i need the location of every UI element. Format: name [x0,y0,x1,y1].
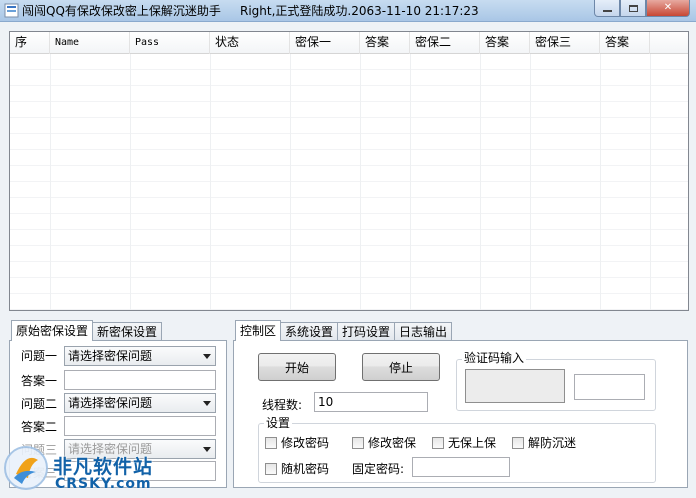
anti-addiction-checkbox[interactable]: 解防沉迷 [512,434,576,451]
a2-input[interactable] [64,416,216,436]
random-password-checkbox[interactable]: 随机密码 [265,460,329,477]
minimize-icon [602,10,612,12]
captcha-image [465,369,565,403]
app-icon [4,3,19,18]
q1-label: 问题一 [21,349,58,363]
add-security-checkbox[interactable]: 无保上保 [432,434,496,451]
q2-select[interactable]: 请选择密保问题 [64,393,216,413]
q1-select-value: 请选择密保问题 [68,349,153,363]
random-password-label: 随机密码 [281,462,330,476]
watermark-name: 非凡软件站 [53,456,154,478]
start-button[interactable]: 开始 [258,353,336,381]
col-security-2[interactable]: 密保二 [410,32,480,54]
col-security-1[interactable]: 密保一 [290,32,360,54]
app-title: 闯闯QQ有保改保改密上保解沉迷助手 [22,4,221,18]
col-pass[interactable]: Pass [130,32,210,54]
anti-addiction-label: 解防沉迷 [528,436,577,450]
captcha-group-title: 验证码输入 [462,351,527,365]
chevron-down-icon [203,447,211,452]
list-header: 序 Name Pass 状态 密保一 答案 密保二 答案 密保三 答案 [10,32,688,54]
fixed-password-label: 固定密码: [352,462,405,476]
change-password-label: 修改密码 [281,436,330,450]
q2-select-value: 请选择密保问题 [68,396,153,410]
q1-select[interactable]: 请选择密保问题 [64,346,216,366]
col-name[interactable]: Name [50,32,130,54]
checkbox-box [265,462,277,475]
window-controls: ✕ [594,0,690,17]
crsky-logo-icon [4,446,48,490]
q2-label: 问题二 [21,397,58,411]
chevron-down-icon [203,354,211,359]
close-icon: ✕ [663,2,673,13]
checkbox-box [265,436,277,449]
list-body[interactable] [10,54,688,310]
fixed-password-input[interactable] [412,457,510,477]
tab-log-output[interactable]: 日志输出 [394,322,453,341]
window-title: 闯闯QQ有保改保改密上保解沉迷助手 Right,正式登陆成功.2063-11-1… [22,2,479,19]
col-status[interactable]: 状态 [210,32,290,54]
change-security-label: 修改密保 [368,436,417,450]
col-security-3[interactable]: 密保三 [530,32,600,54]
checkbox-box [512,436,524,449]
maximize-button[interactable] [620,0,646,17]
control-panel: 开始 停止 验证码输入 线程数: 10 设置 修改密码 修改密保 无保上保 解防… [233,340,688,488]
tab-captcha-settings[interactable]: 打码设置 [337,322,396,341]
site-watermark: 非凡软件站 CRSKY.com [0,440,160,498]
tab-control[interactable]: 控制区 [235,320,282,341]
watermark-site: CRSKY.com [55,476,152,492]
account-list[interactable]: 序 Name Pass 状态 密保一 答案 密保二 答案 密保三 答案 [9,31,689,311]
tab-system-settings[interactable]: 系统设置 [280,322,339,341]
tab-new-security[interactable]: 新密保设置 [92,322,163,341]
col-answer-2[interactable]: 答案 [480,32,530,54]
captcha-input[interactable] [574,374,645,400]
a2-label: 答案二 [21,420,58,434]
tab-original-security[interactable]: 原始密保设置 [11,320,94,341]
add-security-label: 无保上保 [448,436,497,450]
stop-button[interactable]: 停止 [362,353,440,381]
col-index[interactable]: 序 [10,32,50,54]
maximize-icon [628,4,638,12]
checkbox-box [352,436,364,449]
col-answer-3[interactable]: 答案 [600,32,650,54]
settings-group-title: 设置 [264,416,293,430]
title-bar[interactable]: 闯闯QQ有保改保改密上保解沉迷助手 Right,正式登陆成功.2063-11-1… [0,0,696,22]
chevron-down-icon [203,401,211,406]
threads-input[interactable]: 10 [314,392,428,412]
checkbox-box [432,436,444,449]
col-answer-1[interactable]: 答案 [360,32,410,54]
close-button[interactable]: ✕ [646,0,690,17]
change-security-checkbox[interactable]: 修改密保 [352,434,416,451]
a1-input[interactable] [64,370,216,390]
change-password-checkbox[interactable]: 修改密码 [265,434,329,451]
a1-label: 答案一 [21,374,58,388]
left-tabstrip: 原始密保设置 新密保设置 [11,320,163,341]
login-status: Right,正式登陆成功.2063-11-10 21:17:23 [239,4,479,18]
right-tabstrip: 控制区 系统设置 打码设置 日志输出 [235,320,453,341]
threads-label: 线程数: [262,398,303,412]
minimize-button[interactable] [594,0,620,17]
